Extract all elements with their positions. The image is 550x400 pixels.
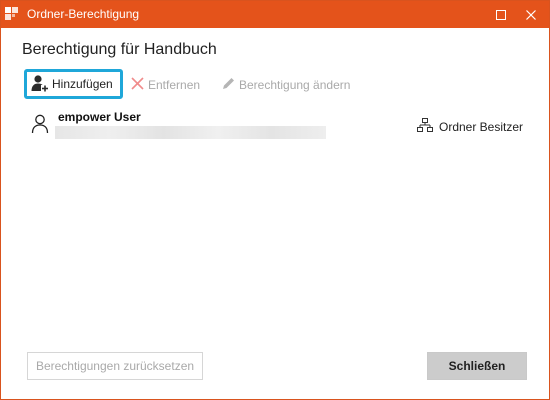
owner-role-label: Ordner Besitzer [439,119,524,134]
edit-permission-label: Berechtigung ändern [239,78,351,92]
window-title: Ordner-Berechtigung [27,7,140,21]
edit-permission-button[interactable]: Berechtigung ändern [222,71,350,99]
add-permission-label: Hinzufügen [52,77,113,91]
add-user-icon [31,74,49,95]
user-name: empower User [58,110,141,124]
add-permission-button[interactable]: Hinzufügen [24,69,123,99]
user-icon [31,114,49,134]
remove-x-icon [131,77,144,93]
redacted-email [55,126,326,139]
pencil-icon [222,77,235,93]
owner-role: Ordner Besitzer [417,118,523,135]
close-button[interactable]: Schließen [427,352,527,380]
close-window-button[interactable] [517,1,545,28]
app-logo-icon [4,7,20,23]
permission-dialog-window: Ordner-Berechtigung Berechtigung für Han… [0,0,550,400]
dialog-heading: Berechtigung für Handbuch [22,41,217,58]
hierarchy-icon [417,118,433,135]
reset-permissions-button[interactable]: Berechtigungen zurücksetzen [27,352,203,380]
maximize-icon [496,9,506,20]
title-bar[interactable]: Ordner-Berechtigung [1,1,549,28]
remove-permission-label: Entfernen [148,78,201,92]
close-icon [526,9,536,20]
maximize-button[interactable] [487,1,515,28]
remove-permission-button[interactable]: Entfernen [131,71,200,99]
